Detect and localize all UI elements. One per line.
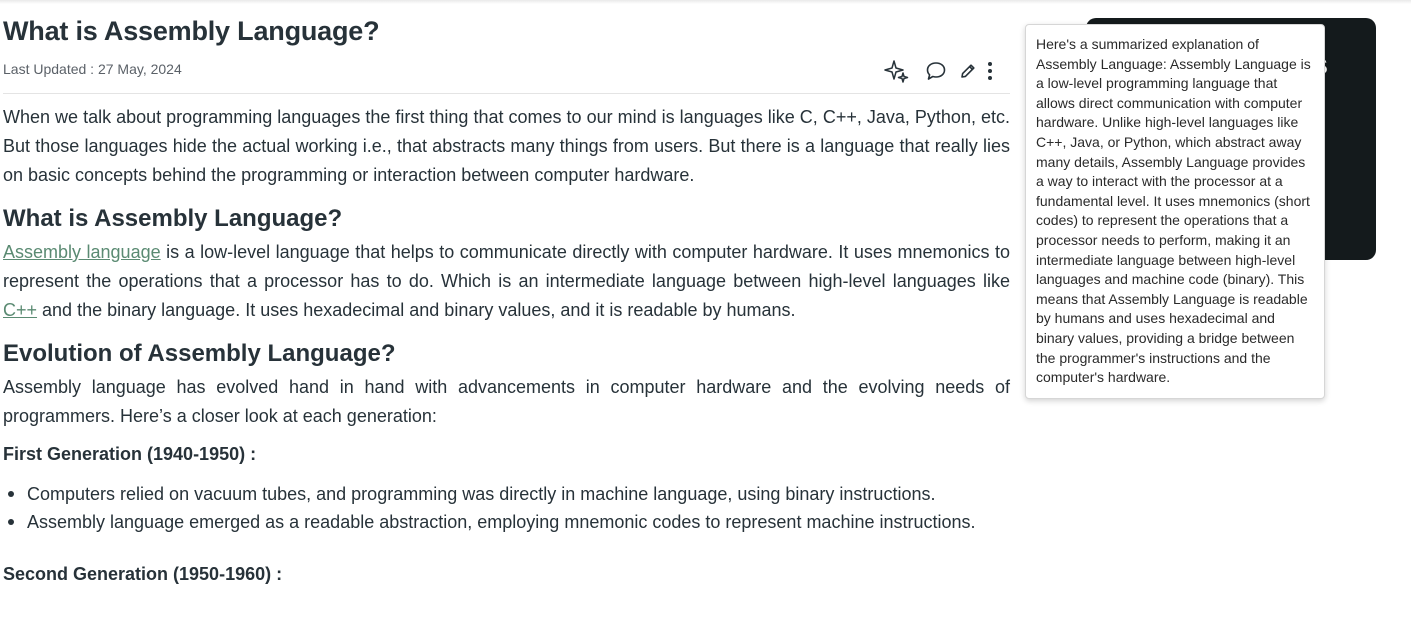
header-shadow (0, 0, 1411, 4)
article-title: What is Assembly Language? (3, 16, 380, 46)
definition-paragraph: Assembly language is a low-level languag… (3, 238, 1010, 325)
section-heading-what-is: What is Assembly Language? (3, 205, 343, 232)
intro-paragraph: When we talk about programming languages… (3, 107, 1010, 185)
last-updated-date: Last Updated : 27 May, 2024 (3, 61, 182, 77)
title-divider (3, 93, 1010, 94)
ai-sparkle-icon[interactable] (883, 57, 911, 85)
second-generation-heading: Second Generation (1950-1960) : (3, 564, 283, 584)
ai-summary-tooltip: Here's a summarized explanation of Assem… (1025, 24, 1325, 399)
comment-icon[interactable] (923, 57, 949, 85)
list-item: Assembly language emerged as a readable … (3, 508, 1010, 536)
more-vertical-icon[interactable] (981, 57, 999, 85)
definition-text-part-2: and the binary language. It uses hexadec… (37, 300, 796, 320)
cpp-link[interactable]: C++ (3, 300, 37, 320)
assembly-language-link[interactable]: Assembly language (3, 242, 161, 262)
first-generation-list: Computers relied on vacuum tubes, and pr… (3, 480, 1010, 536)
list-item: Computers relied on vacuum tubes, and pr… (3, 480, 1010, 508)
article-actions (883, 57, 999, 85)
section-heading-evolution: Evolution of Assembly Language? (3, 340, 396, 367)
evolution-paragraph: Assembly language has evolved hand in ha… (3, 377, 1010, 426)
ai-summary-text: Here's a summarized explanation of Assem… (1036, 36, 1311, 386)
edit-pencil-icon[interactable] (957, 57, 979, 85)
first-generation-heading: First Generation (1940-1950) : (3, 444, 257, 464)
